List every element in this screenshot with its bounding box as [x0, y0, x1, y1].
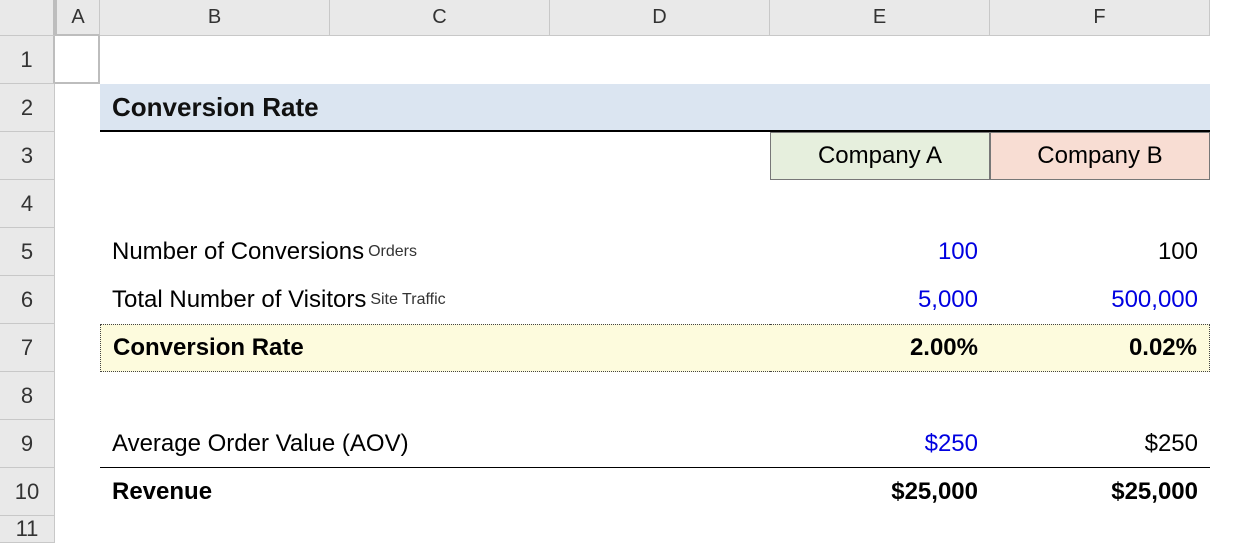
row-header-5[interactable]: 5 — [0, 228, 55, 276]
cell-A1[interactable] — [55, 36, 100, 84]
label-conversions[interactable]: Number of Conversions Orders — [100, 228, 770, 276]
value-visitors-A[interactable]: 5,000 — [770, 276, 990, 324]
row-header-8[interactable]: 8 — [0, 372, 55, 420]
cell-C1[interactable] — [330, 36, 550, 84]
cell-A2[interactable] — [55, 84, 100, 132]
cell-E8[interactable] — [770, 372, 990, 420]
cell-C3[interactable] — [330, 132, 550, 180]
col-header-C[interactable]: C — [330, 0, 550, 36]
value-visitors-B[interactable]: 500,000 — [990, 276, 1210, 324]
cell-F4[interactable] — [990, 180, 1210, 228]
value-revenue-A[interactable]: $25,000 — [770, 468, 990, 516]
col-header-E[interactable]: E — [770, 0, 990, 36]
cell-A5[interactable] — [55, 228, 100, 276]
cell-B4[interactable] — [100, 180, 330, 228]
cell-F8[interactable] — [990, 372, 1210, 420]
cell-B11[interactable] — [100, 516, 330, 543]
row-header-2[interactable]: 2 — [0, 84, 55, 132]
label-revenue[interactable]: Revenue — [100, 468, 770, 516]
label-aov[interactable]: Average Order Value (AOV) — [100, 420, 770, 468]
cell-B3[interactable] — [100, 132, 330, 180]
cell-F11[interactable] — [990, 516, 1210, 543]
value-aov-A[interactable]: $250 — [770, 420, 990, 468]
cell-E4[interactable] — [770, 180, 990, 228]
cell-F1[interactable] — [990, 36, 1210, 84]
value-conversions-B[interactable]: 100 — [990, 228, 1210, 276]
row-header-3[interactable]: 3 — [0, 132, 55, 180]
row-header-11[interactable]: 11 — [0, 516, 55, 543]
select-all-corner[interactable] — [0, 0, 55, 36]
cell-A7[interactable] — [55, 324, 100, 372]
cell-A6[interactable] — [55, 276, 100, 324]
row-header-6[interactable]: 6 — [0, 276, 55, 324]
cell-B1[interactable] — [100, 36, 330, 84]
cell-D1[interactable] — [550, 36, 770, 84]
cell-A9[interactable] — [55, 420, 100, 468]
col-header-D[interactable]: D — [550, 0, 770, 36]
cell-A4[interactable] — [55, 180, 100, 228]
label-conversions-text: Number of Conversions — [112, 238, 364, 266]
value-rate-A[interactable]: 2.00% — [770, 324, 990, 372]
label-conversions-sub: Orders — [364, 243, 417, 261]
row-header-7[interactable]: 7 — [0, 324, 55, 372]
label-conv-rate[interactable]: Conversion Rate — [100, 324, 770, 372]
cell-E1[interactable] — [770, 36, 990, 84]
cell-B8[interactable] — [100, 372, 330, 420]
value-aov-B[interactable]: $250 — [990, 420, 1210, 468]
company-b-header[interactable]: Company B — [990, 132, 1210, 180]
col-header-F[interactable]: F — [990, 0, 1210, 36]
cell-D11[interactable] — [550, 516, 770, 543]
cell-D8[interactable] — [550, 372, 770, 420]
cell-E11[interactable] — [770, 516, 990, 543]
cell-D3[interactable] — [550, 132, 770, 180]
cell-C8[interactable] — [330, 372, 550, 420]
label-visitors-sub: Site Traffic — [366, 291, 445, 309]
row-header-9[interactable]: 9 — [0, 420, 55, 468]
label-visitors[interactable]: Total Number of Visitors Site Traffic — [100, 276, 770, 324]
cell-A3[interactable] — [55, 132, 100, 180]
spreadsheet-grid[interactable]: A B C D E F 1 2 Conversion Rate 3 Compan… — [0, 0, 1233, 543]
row-header-10[interactable]: 10 — [0, 468, 55, 516]
cell-C4[interactable] — [330, 180, 550, 228]
row-header-1[interactable]: 1 — [0, 36, 55, 84]
cell-D4[interactable] — [550, 180, 770, 228]
cell-A8[interactable] — [55, 372, 100, 420]
title-cell[interactable]: Conversion Rate — [100, 84, 1210, 132]
value-revenue-B[interactable]: $25,000 — [990, 468, 1210, 516]
label-visitors-text: Total Number of Visitors — [112, 286, 366, 314]
col-header-A[interactable]: A — [55, 0, 100, 36]
row-header-4[interactable]: 4 — [0, 180, 55, 228]
company-a-header[interactable]: Company A — [770, 132, 990, 180]
value-conversions-A[interactable]: 100 — [770, 228, 990, 276]
value-rate-B[interactable]: 0.02% — [990, 324, 1210, 372]
cell-A10[interactable] — [55, 468, 100, 516]
cell-A11[interactable] — [55, 516, 100, 543]
cell-C11[interactable] — [330, 516, 550, 543]
col-header-B[interactable]: B — [100, 0, 330, 36]
